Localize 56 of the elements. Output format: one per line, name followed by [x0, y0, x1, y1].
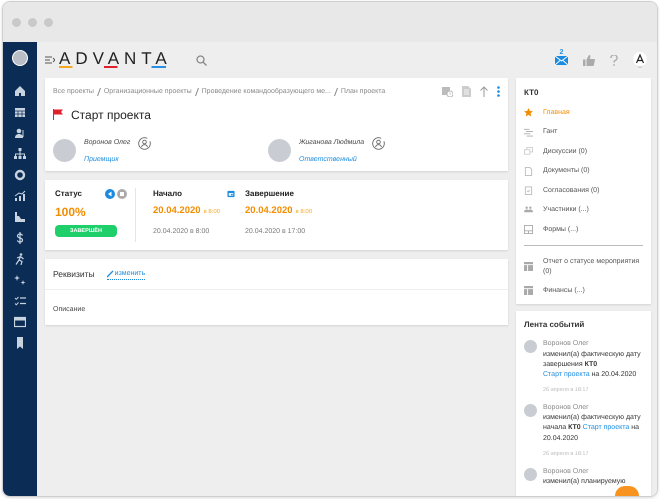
- separator-icon: [96, 88, 101, 96]
- home-icon[interactable]: [14, 85, 26, 97]
- table-icon: [524, 286, 533, 296]
- separator-icon: [334, 88, 338, 96]
- window-dot: [44, 18, 53, 26]
- hierarchy-icon[interactable]: [14, 148, 26, 160]
- star-icon: [524, 108, 533, 118]
- panel-title: Лента событий: [524, 319, 586, 332]
- person-avatar: [53, 139, 76, 162]
- panel-title: КТ0: [524, 87, 540, 99]
- table-icon: [524, 262, 533, 271]
- arrow-up-icon[interactable]: [480, 86, 488, 97]
- person-avatar: [524, 404, 537, 418]
- gantt-icon: [524, 128, 533, 137]
- chat-bubbles-icon: [524, 147, 533, 156]
- change-person-icon[interactable]: [138, 136, 152, 150]
- search-icon[interactable]: [196, 54, 207, 66]
- window-icon[interactable]: [14, 316, 26, 328]
- person-avatar: [524, 340, 537, 354]
- pencil-icon: [106, 270, 114, 278]
- area-chart-icon[interactable]: [14, 211, 26, 223]
- rewind-icon[interactable]: [105, 189, 115, 199]
- planned-date: 20.04.2020: [245, 204, 293, 218]
- sparkle-icon[interactable]: [14, 274, 26, 286]
- calendar-icon[interactable]: [14, 106, 26, 118]
- progress-percent: 100%: [55, 204, 87, 221]
- dollar-icon[interactable]: [14, 232, 26, 244]
- thumbs-up-icon[interactable]: [583, 54, 595, 66]
- clipboard-check-icon: [524, 186, 533, 195]
- window-dot: [28, 18, 37, 26]
- project-title: Старт проекта: [71, 106, 151, 124]
- date-label: Завершение: [245, 188, 294, 200]
- chart-icon[interactable]: [14, 190, 26, 202]
- planned-date: 20.04.2020: [153, 204, 201, 218]
- running-person-icon[interactable]: [14, 253, 26, 265]
- form-icon: [524, 224, 533, 234]
- status-label: Статус: [55, 188, 82, 200]
- user-avatar-icon[interactable]: [633, 52, 647, 68]
- menu-icon[interactable]: [45, 56, 55, 64]
- person-avatar: [268, 139, 291, 162]
- user-avatar[interactable]: [12, 50, 28, 66]
- date-label: Начало: [153, 188, 182, 200]
- flag-icon: [53, 109, 63, 120]
- window-dot: [12, 18, 21, 26]
- bookmark-icon[interactable]: [14, 337, 26, 349]
- mail-icon[interactable]: [555, 56, 568, 65]
- people-icon: [524, 205, 533, 214]
- more-options-icon[interactable]: [497, 86, 500, 97]
- checklist-icon[interactable]: [14, 295, 26, 307]
- ring-icon[interactable]: [14, 169, 26, 181]
- person-avatar: [524, 468, 537, 481]
- section-title: Реквизиты: [53, 268, 95, 281]
- people-icon[interactable]: [14, 127, 26, 139]
- change-person-icon[interactable]: [372, 136, 386, 150]
- document-icon: [524, 166, 533, 176]
- separator-icon: [194, 88, 199, 96]
